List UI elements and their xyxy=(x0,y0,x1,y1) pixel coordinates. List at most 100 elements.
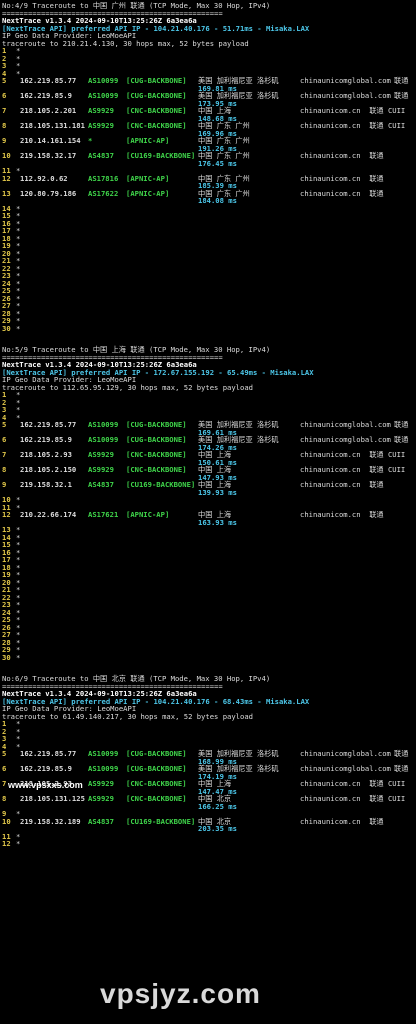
hop-row: 3 * xyxy=(2,406,414,414)
hop-number: 6 xyxy=(2,764,7,773)
hop-row: 23 * xyxy=(2,272,414,280)
hop-number: 5 xyxy=(2,749,7,758)
hop-asn: AS10099 xyxy=(88,91,119,100)
hop-isp: 联通 xyxy=(394,420,409,429)
hop-number: 30 xyxy=(2,323,11,333)
hop-number: 12 xyxy=(2,839,11,848)
hop-number: 8 xyxy=(2,121,7,130)
hop-isp: 联通 xyxy=(394,749,409,758)
hop-row: 25 * xyxy=(2,287,414,295)
hop-number: 5 xyxy=(2,420,7,429)
hop-ip: 219.158.32.17 xyxy=(20,151,77,160)
hop-row: 24 * xyxy=(2,608,414,617)
hop-ip: 162.219.85.77 xyxy=(20,76,77,85)
hop-asn: AS4837 xyxy=(88,480,114,489)
hop-number: 6 xyxy=(2,435,7,444)
hop-isp: 联通 xyxy=(394,91,409,100)
hop-number: 10 xyxy=(2,816,11,826)
hop-number: 8 xyxy=(2,794,7,803)
hop-backbone-tag: [CUG-BACKBONE] xyxy=(126,749,187,758)
hop-row: 30 * xyxy=(2,653,414,662)
hop-row: 27 * xyxy=(2,302,414,310)
hop-asn: AS9929 xyxy=(88,779,114,788)
hop-org: chinaunicom.cn 联通 xyxy=(300,510,384,519)
hop-backbone-tag: [CNC-BACKBONE] xyxy=(126,106,187,115)
hop-rtt-row: 166.25 ms xyxy=(2,802,414,811)
hop-backbone-tag: [CNC-BACKBONE] xyxy=(126,794,187,803)
hop-row: 19 * xyxy=(2,571,414,579)
hop-rtt: 176.45 ms xyxy=(198,158,237,168)
hop-asn: AS10099 xyxy=(88,435,119,444)
hop-row: 15 * xyxy=(2,212,414,220)
hop-org: chinaunicomglobal.com xyxy=(300,420,391,429)
hop-asn: AS9929 xyxy=(88,121,114,130)
hop-row: 27 * xyxy=(2,631,414,639)
hop-row: 22 * xyxy=(2,593,414,602)
hop-row: 26 * xyxy=(2,623,414,632)
hop-rtt: 203.35 ms xyxy=(198,824,237,833)
hop-isp: 联通 xyxy=(394,764,409,773)
hop-backbone-tag: [CUG-BACKBONE] xyxy=(126,76,187,85)
hop-org: chinaunicomglobal.com xyxy=(300,764,391,773)
hop-number: 5 xyxy=(2,76,7,85)
hop-isp: 联通 xyxy=(394,435,409,444)
hop-row: 13 * xyxy=(2,526,414,534)
hop-row: 18 * xyxy=(2,234,414,243)
hop-asn: * xyxy=(88,136,93,145)
hop-number: 9 xyxy=(2,136,7,145)
hop-row: 3 * xyxy=(2,735,414,743)
hop-number: 6 xyxy=(2,91,7,100)
hop-asn: AS17816 xyxy=(88,173,119,183)
hop-rtt-row: 176.45 ms xyxy=(2,158,414,168)
hop-row: 16 * xyxy=(2,548,414,557)
hop-org: chinaunicom.cn 联通 CUII xyxy=(300,121,406,130)
hop-row: 15 * xyxy=(2,541,414,549)
hop-org: chinaunicomglobal.com xyxy=(300,435,391,444)
hop-ip: 219.158.32.1 xyxy=(20,480,72,489)
hop-row: 10 * xyxy=(2,496,414,504)
hop-org: chinaunicom.cn 联通 xyxy=(300,188,384,198)
hop-row: 29 * xyxy=(2,646,414,654)
hop-row: 14 * xyxy=(2,533,414,542)
hop-org: chinaunicom.cn 联通 xyxy=(300,151,384,160)
hop-backbone-tag: [CU169-BACKBONE] xyxy=(126,151,196,160)
hop-timeout: * xyxy=(16,839,21,848)
hop-row: 23 * xyxy=(2,601,414,609)
hop-row: 20 * xyxy=(2,578,414,587)
hop-backbone-tag: [CU169-BACKBONE] xyxy=(126,480,196,489)
hop-backbone-tag: [APNIC-AP] xyxy=(126,188,170,198)
hop-ip: 210.22.66.174 xyxy=(20,510,77,519)
hop-ip: 219.158.32.189 xyxy=(20,816,81,826)
hop-ip: 218.105.2.150 xyxy=(20,465,77,474)
hop-org: chinaunicomglobal.com xyxy=(300,91,391,100)
hop-rtt-row: 163.93 ms xyxy=(2,518,414,527)
hop-row: 14 * xyxy=(2,204,414,213)
hop-row: 17 * xyxy=(2,227,414,235)
hop-asn: AS4837 xyxy=(88,816,114,826)
hop-row: 19 * xyxy=(2,242,414,250)
hop-row: 25 * xyxy=(2,616,414,624)
hop-timeout: * xyxy=(16,323,21,333)
hop-row: 30 * xyxy=(2,323,414,333)
hop-asn: AS10099 xyxy=(88,420,119,429)
hop-org: chinaunicom.cn 联通 CUII xyxy=(300,779,406,788)
hop-rtt-row: 184.08 ms xyxy=(2,197,414,205)
hop-org: chinaunicom.cn 联通 CUII xyxy=(300,465,406,474)
hop-row: 24 * xyxy=(2,279,414,288)
hop-org: chinaunicom.cn 联通 xyxy=(300,173,384,183)
hop-backbone-tag: [CNC-BACKBONE] xyxy=(126,121,187,130)
hop-row: 2 * xyxy=(2,54,414,63)
hop-ip: 218.105.131.125 xyxy=(20,794,85,803)
hop-number: 8 xyxy=(2,465,7,474)
hop-row: 12 * xyxy=(2,840,414,848)
hop-row: 11 * xyxy=(2,832,414,841)
hop-org: chinaunicom.cn 联通 xyxy=(300,816,384,826)
hop-asn: AS10099 xyxy=(88,749,119,758)
hop-isp: 联通 xyxy=(394,76,409,85)
hop-asn: AS9929 xyxy=(88,794,114,803)
hop-row: 17 * xyxy=(2,556,414,564)
hop-number: 12 xyxy=(2,173,11,183)
hop-ip: 162.219.85.77 xyxy=(20,420,77,429)
hop-row: 16 * xyxy=(2,219,414,228)
hop-asn: AS17621 xyxy=(88,510,119,519)
